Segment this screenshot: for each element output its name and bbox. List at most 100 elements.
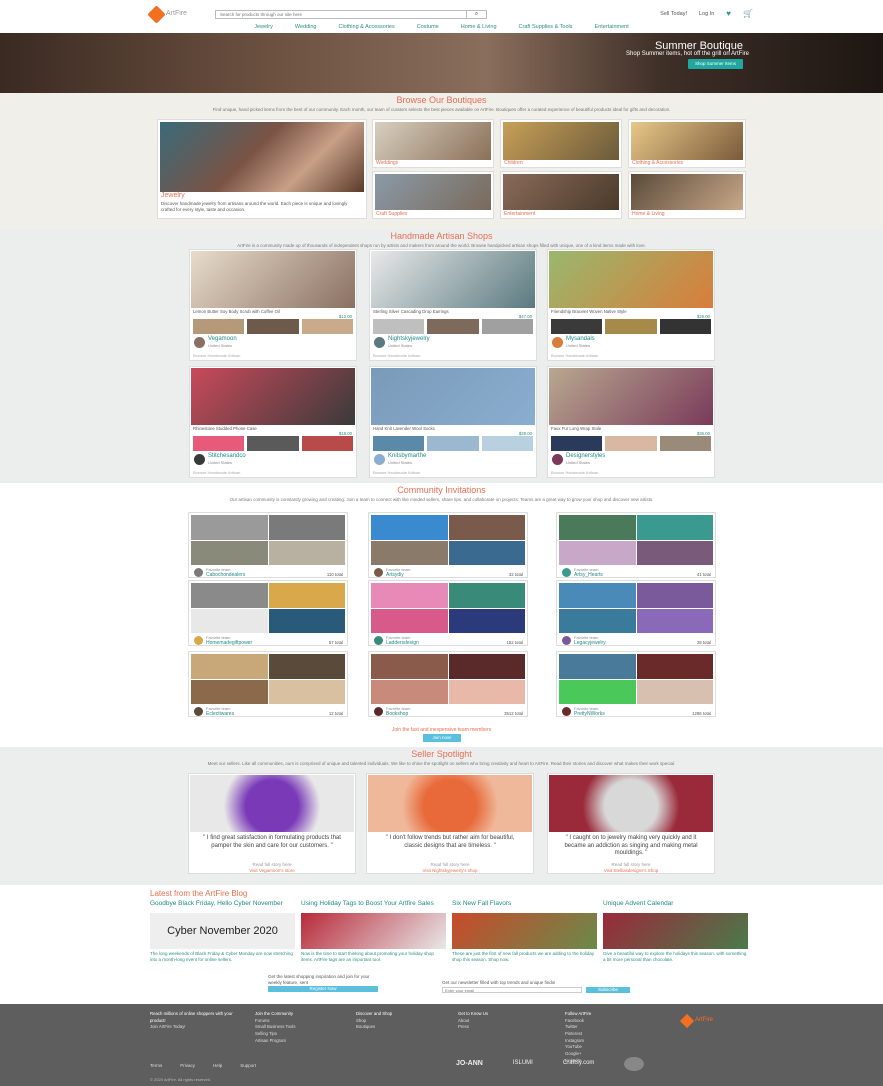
team-name[interactable]: Cabochondealers bbox=[206, 572, 245, 578]
product-title[interactable]: Sterling Silver Cascading Drop Earrings bbox=[373, 309, 533, 314]
nav-item[interactable]: Clothing & Accessories bbox=[338, 24, 394, 32]
thumbnail[interactable] bbox=[481, 319, 533, 334]
product-title[interactable]: Faux Fur Long Wrap Stole bbox=[551, 426, 711, 431]
blog-image[interactable] bbox=[301, 913, 446, 949]
team-card[interactable]: Favorite team Legacyjewelry 28 total bbox=[556, 580, 716, 646]
visit-shop-link[interactable]: Visit Vegamoon's store bbox=[189, 868, 355, 874]
team-image[interactable] bbox=[448, 654, 525, 679]
blog-image[interactable] bbox=[603, 913, 748, 949]
thumbnail[interactable] bbox=[301, 436, 353, 451]
team-image[interactable] bbox=[371, 540, 448, 565]
team-image[interactable] bbox=[636, 608, 713, 633]
footer-link[interactable]: Facebook bbox=[565, 1018, 655, 1025]
newsletter-email-input[interactable] bbox=[442, 987, 582, 993]
artisan-shop-card[interactable]: Sterling Silver Cascading Drop Earrings … bbox=[369, 249, 537, 361]
thumbnail[interactable] bbox=[247, 436, 299, 451]
team-name[interactable]: Artsy_Hearts bbox=[574, 572, 603, 578]
team-image[interactable] bbox=[559, 654, 636, 679]
subscribe-button[interactable]: Subscribe bbox=[586, 987, 630, 993]
nav-item[interactable]: Entertainment bbox=[595, 24, 629, 32]
blog-image[interactable] bbox=[452, 913, 597, 949]
boutique-clothing[interactable]: Clothing & Accessories bbox=[628, 119, 746, 168]
partner-brand[interactable]: ISLUMI bbox=[513, 1060, 533, 1068]
boutique-craft-supplies[interactable]: Craft Supplies bbox=[372, 171, 494, 219]
thumbnail[interactable] bbox=[659, 436, 711, 451]
partner-brand[interactable]: Craftsy.com bbox=[563, 1060, 595, 1068]
thumbnail[interactable] bbox=[551, 319, 603, 334]
team-image[interactable] bbox=[191, 515, 268, 540]
team-image[interactable] bbox=[636, 679, 713, 704]
product-title[interactable]: Friendship Bracelet Woven Native Style bbox=[551, 309, 711, 314]
footer-link[interactable]: Privacy bbox=[180, 1063, 195, 1069]
visit-shop-link[interactable]: Visit Nightskyjewelry's shop bbox=[367, 868, 533, 874]
team-image[interactable] bbox=[371, 608, 448, 633]
product-image[interactable] bbox=[191, 368, 355, 425]
nav-item[interactable]: Jewelry bbox=[254, 24, 273, 32]
artisan-shop-card[interactable]: Hand Knit Lavender Wool Socks $28.00 Kni… bbox=[369, 366, 537, 478]
footer-link[interactable]: Support bbox=[240, 1063, 256, 1069]
thumbnail[interactable] bbox=[427, 319, 479, 334]
search-input[interactable] bbox=[216, 10, 466, 18]
shop-avatar[interactable] bbox=[552, 337, 563, 348]
footer-link[interactable]: Pinterest bbox=[565, 1031, 655, 1038]
team-image[interactable] bbox=[448, 608, 525, 633]
product-title[interactable]: Lemon Butter Soy Body Scrub with Coffee … bbox=[193, 309, 353, 314]
boutique-weddings[interactable]: Weddings bbox=[372, 119, 494, 168]
hero-cta-button[interactable]: Shop Summer Items bbox=[687, 59, 743, 69]
artisan-shop-card[interactable]: Rhinestone Studded Phone Case $18.00 Sti… bbox=[189, 366, 357, 478]
thumbnail[interactable] bbox=[427, 436, 479, 451]
team-image[interactable] bbox=[559, 515, 636, 540]
product-image[interactable] bbox=[549, 368, 713, 425]
thumbnail[interactable] bbox=[373, 319, 425, 334]
team-image[interactable] bbox=[371, 654, 448, 679]
footer-link[interactable]: YouTube bbox=[565, 1044, 655, 1051]
team-card[interactable]: Favorite team Cabochondealers 110 total bbox=[188, 512, 348, 578]
heart-icon[interactable]: ♥ bbox=[726, 9, 731, 19]
thumbnail[interactable] bbox=[659, 319, 711, 334]
footer-link[interactable]: Artisan Program bbox=[255, 1038, 345, 1045]
footer-link[interactable]: Twitter bbox=[565, 1024, 655, 1031]
team-image[interactable] bbox=[559, 608, 636, 633]
nav-item[interactable]: Wedding bbox=[295, 24, 317, 32]
team-image[interactable] bbox=[268, 540, 345, 565]
thumbnail[interactable] bbox=[481, 436, 533, 451]
partner-brand[interactable]: JO-ANN bbox=[456, 1060, 483, 1069]
boutique-children[interactable]: Children bbox=[500, 119, 622, 168]
footer-link[interactable]: Forums bbox=[255, 1018, 345, 1025]
team-card[interactable]: Favorite team Eclectiwares 12 total bbox=[188, 651, 348, 717]
team-image[interactable] bbox=[191, 679, 268, 704]
team-image[interactable] bbox=[559, 583, 636, 608]
product-title[interactable]: Hand Knit Lavender Wool Socks bbox=[373, 426, 533, 431]
team-name[interactable]: Homemadegiftpower bbox=[206, 640, 252, 646]
spotlight-image[interactable] bbox=[549, 775, 713, 832]
team-card[interactable]: Favorite team Homemadegiftpower 57 total bbox=[188, 580, 348, 646]
shop-avatar[interactable] bbox=[194, 337, 205, 348]
footer-link[interactable]: About bbox=[458, 1018, 548, 1025]
team-image[interactable] bbox=[559, 679, 636, 704]
search-icon[interactable]: ⌕ bbox=[466, 10, 486, 18]
blog-post[interactable]: Unique Advent Calendar Give a beautiful … bbox=[603, 900, 748, 962]
footer-link[interactable]: Terms bbox=[150, 1063, 162, 1069]
team-image[interactable] bbox=[448, 679, 525, 704]
shop-avatar[interactable] bbox=[374, 337, 385, 348]
blog-image[interactable]: Cyber November 2020 bbox=[150, 913, 295, 949]
footer-link[interactable]: Instagram bbox=[565, 1038, 655, 1045]
blog-post-title[interactable]: Goodbye Black Friday, Hello Cyber Novemb… bbox=[150, 900, 295, 912]
product-image[interactable] bbox=[371, 368, 535, 425]
shop-avatar[interactable] bbox=[552, 454, 563, 465]
thumbnail[interactable] bbox=[605, 319, 657, 334]
thumbnail[interactable] bbox=[193, 319, 245, 334]
blog-post[interactable]: Goodbye Black Friday, Hello Cyber Novemb… bbox=[150, 900, 295, 962]
product-image[interactable] bbox=[191, 251, 355, 308]
team-card[interactable]: Favorite team PrettyNWorks 1286 total bbox=[556, 651, 716, 717]
product-image[interactable] bbox=[549, 251, 713, 308]
artisan-shop-card[interactable]: Lemon Butter Soy Body Scrub with Coffee … bbox=[189, 249, 357, 361]
team-image[interactable] bbox=[448, 583, 525, 608]
team-image[interactable] bbox=[191, 608, 268, 633]
read-story-link[interactable]: Read full story here bbox=[548, 862, 714, 868]
team-image[interactable] bbox=[371, 583, 448, 608]
footer-link[interactable]: Shop bbox=[356, 1018, 446, 1025]
register-button[interactable]: Register Now bbox=[268, 986, 378, 992]
footer-link[interactable]: Boutiques bbox=[356, 1024, 446, 1031]
team-image[interactable] bbox=[636, 515, 713, 540]
